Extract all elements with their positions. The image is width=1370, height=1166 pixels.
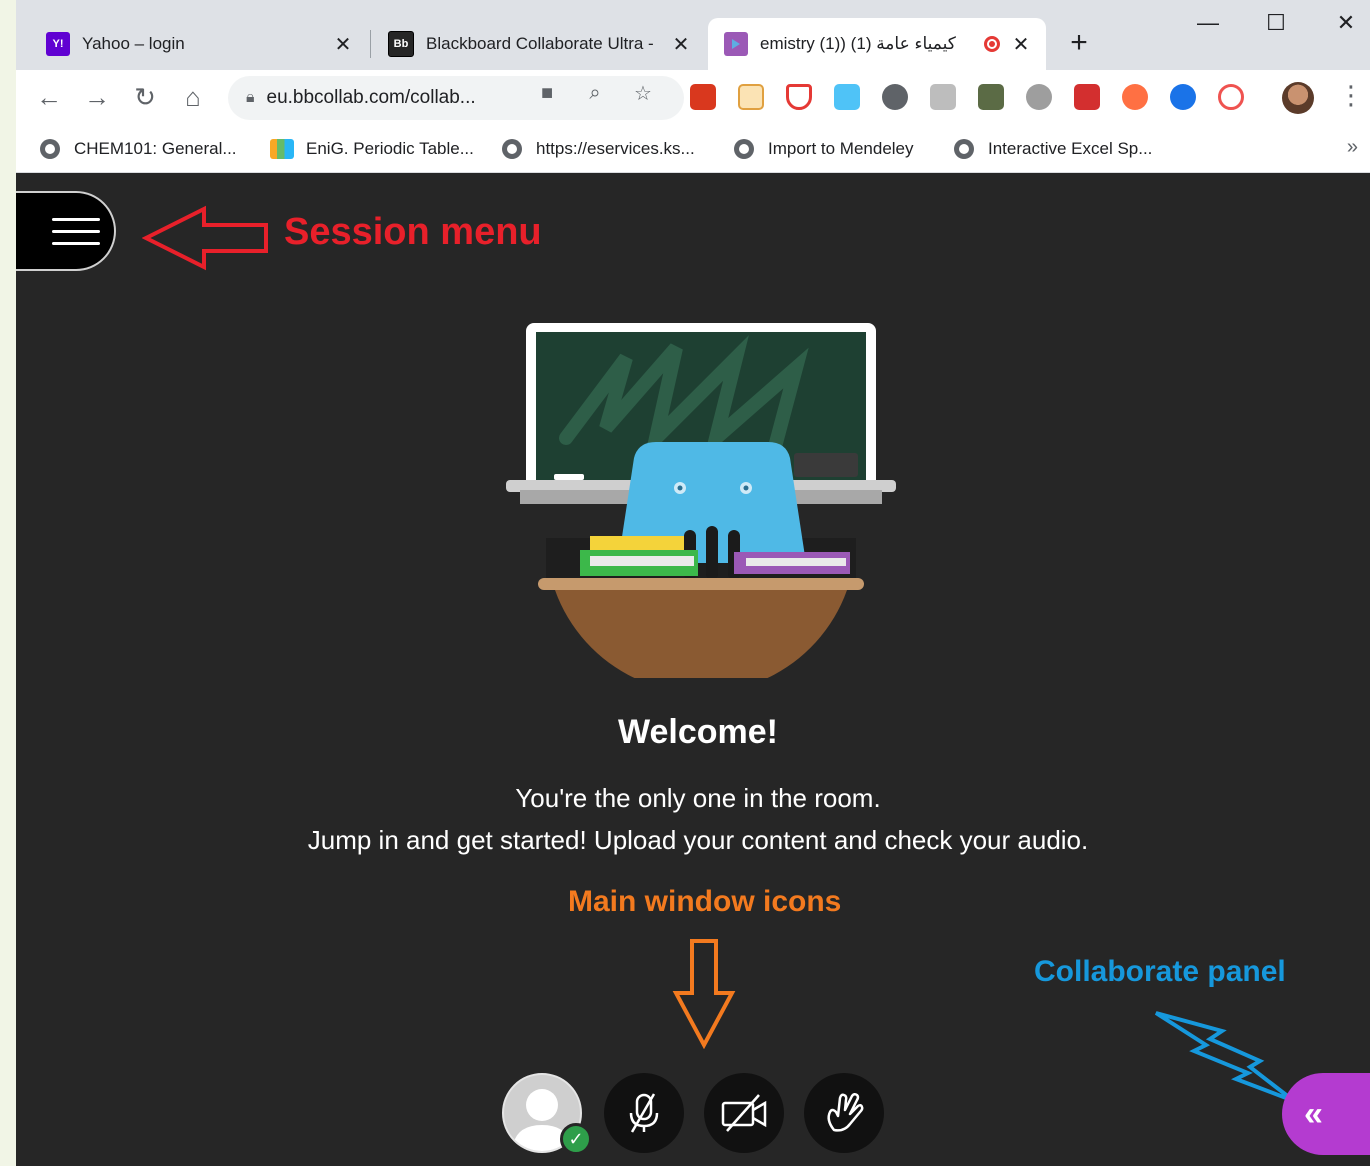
tab-blackboard[interactable]: Bb Blackboard Collaborate Ultra - ✕ xyxy=(372,18,706,70)
bookmark-label: Import to Mendeley xyxy=(768,139,914,158)
camera-off-icon xyxy=(721,1094,767,1132)
bookmark-label: CHEM101: General... xyxy=(74,139,237,158)
collaborate-panel-annotation: Collaborate panel xyxy=(1034,955,1286,988)
reload-icon[interactable]: ↻ xyxy=(128,80,162,114)
blackboard-favicon-icon: Bb xyxy=(388,31,414,57)
extension-cloud-icon[interactable] xyxy=(834,84,860,110)
annotation-lightning-arrow-icon xyxy=(1154,1011,1296,1103)
extension-mendeley-icon[interactable] xyxy=(1074,84,1100,110)
lock-icon: 🔒︎ xyxy=(246,89,255,106)
maximize-icon[interactable]: ☐ xyxy=(1256,10,1296,36)
collaborate-main-stage: Session menu Welcome! You're the only on… xyxy=(16,173,1370,1166)
globe-icon xyxy=(734,139,754,159)
camera-icon[interactable]: ■ xyxy=(534,80,560,106)
close-icon[interactable]: ✕ xyxy=(1010,32,1032,57)
raise-hand-button[interactable] xyxy=(804,1073,884,1153)
extension-block-icon[interactable] xyxy=(1218,84,1244,110)
extension-shield-icon[interactable] xyxy=(786,84,812,110)
extension-play-icon[interactable] xyxy=(1122,84,1148,110)
new-tab-icon[interactable]: + xyxy=(1064,26,1094,60)
extension-monitor-icon[interactable] xyxy=(978,84,1004,110)
microphone-off-icon xyxy=(629,1093,659,1133)
window-close-icon[interactable]: ✕ xyxy=(1326,10,1366,36)
zoom-icon[interactable]: ⌕ xyxy=(582,80,608,106)
globe-icon xyxy=(954,139,974,159)
recording-icon xyxy=(984,36,1000,52)
bookmark-label: Interactive Excel Sp... xyxy=(988,139,1153,158)
extension-dropbox-icon[interactable] xyxy=(1026,84,1052,110)
extension-cloud-dark-icon[interactable] xyxy=(882,84,908,110)
tab-chemistry[interactable]: كيمياء عامة (1) ((emistry (1 ✕ xyxy=(708,18,1046,70)
tab-title: Blackboard Collaborate Ultra - xyxy=(426,34,654,53)
star-icon[interactable]: ☆ xyxy=(630,80,656,106)
address-bar[interactable]: 🔒︎ eu.bbcollab.com/collab... xyxy=(228,76,684,120)
welcome-title: Welcome! xyxy=(618,713,778,751)
bookmark-periodic-table[interactable]: EniG. Periodic Table... xyxy=(270,134,474,164)
close-icon[interactable]: ✕ xyxy=(332,32,354,57)
welcome-line-2: Jump in and get started! Upload your con… xyxy=(307,825,1089,855)
extension-mail-icon[interactable] xyxy=(930,84,956,110)
globe-icon xyxy=(502,139,522,159)
extension-blue-icon[interactable] xyxy=(1170,84,1196,110)
bookmark-chem101[interactable]: CHEM101: General... xyxy=(40,134,237,164)
url-text: eu.bbcollab.com/collab... xyxy=(266,87,476,108)
camera-toggle-button[interactable] xyxy=(704,1073,784,1153)
available-status-icon: ✓ xyxy=(560,1123,592,1155)
extension-reader-icon[interactable] xyxy=(738,84,764,110)
menu-kebab-icon[interactable]: ⋮ xyxy=(1338,80,1364,111)
session-menu-button[interactable] xyxy=(16,191,116,271)
collaborate-panel-button[interactable]: « xyxy=(1282,1073,1370,1155)
extension-book-icon[interactable] xyxy=(690,84,716,110)
globe-icon xyxy=(40,139,60,159)
tab-strip: Y! Yahoo – login ✕ Bb Blackboard Collabo… xyxy=(16,0,1370,70)
browser-window: Y! Yahoo – login ✕ Bb Blackboard Collabo… xyxy=(16,0,1370,1166)
hamburger-icon xyxy=(52,242,100,245)
tab-title: كيمياء عامة (1) ((emistry (1 xyxy=(760,34,956,53)
tab-separator xyxy=(370,30,371,58)
minimize-icon[interactable]: — xyxy=(1188,10,1228,36)
annotation-arrow-left-icon xyxy=(142,205,268,271)
back-icon[interactable]: ← xyxy=(32,80,66,114)
periodic-table-icon xyxy=(270,139,294,159)
bookmark-label: EniG. Periodic Table... xyxy=(306,139,474,158)
close-icon[interactable]: ✕ xyxy=(670,32,692,57)
bookmark-eservices[interactable]: https://eservices.ks... xyxy=(502,134,695,164)
profile-avatar[interactable] xyxy=(1282,82,1314,114)
raise-hand-icon xyxy=(827,1092,864,1132)
bookmarks-bar: CHEM101: General... EniG. Periodic Table… xyxy=(16,126,1370,173)
yahoo-favicon-icon: Y! xyxy=(46,32,70,56)
bookmarks-overflow-icon[interactable]: » xyxy=(1347,136,1358,159)
home-icon[interactable]: ⌂ xyxy=(176,80,210,114)
microphone-toggle-button[interactable] xyxy=(604,1073,684,1153)
bookmark-label: https://eservices.ks... xyxy=(536,139,695,158)
bookmark-excel[interactable]: Interactive Excel Sp... xyxy=(954,134,1152,164)
main-window-icons-annotation: Main window icons xyxy=(568,885,842,918)
forward-icon[interactable]: → xyxy=(80,80,114,114)
bookmark-mendeley[interactable]: Import to Mendeley xyxy=(734,134,914,164)
annotation-arrow-down-icon xyxy=(672,939,736,1049)
welcome-line-1: You're the only one in the room. xyxy=(515,783,881,813)
chevron-double-left-icon: « xyxy=(1304,1094,1323,1133)
hamburger-icon xyxy=(52,230,100,233)
tab-yahoo[interactable]: Y! Yahoo – login ✕ xyxy=(30,18,368,70)
collaborate-favicon-icon xyxy=(724,32,748,56)
session-menu-annotation: Session menu xyxy=(284,211,542,253)
tab-title: Yahoo – login xyxy=(82,34,185,53)
classroom-illustration xyxy=(506,323,896,678)
hamburger-icon xyxy=(52,218,100,221)
